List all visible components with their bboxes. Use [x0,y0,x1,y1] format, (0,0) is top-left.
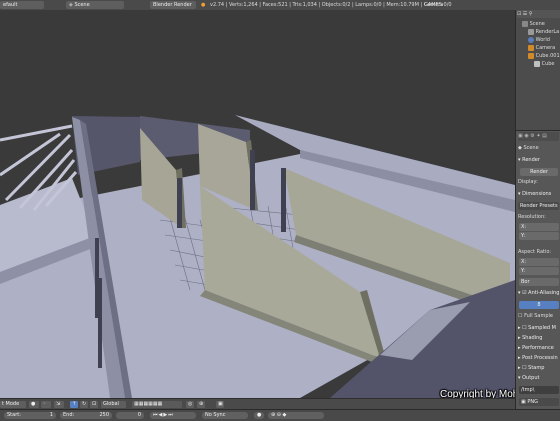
properties-panel: ▣ ◉ ⚙ ✦ ▤ ◆ Scene ▾ Render Render Displa… [515,130,560,409]
3d-viewport[interactable]: Copyright by Mohdup1 [0,10,515,398]
start-value: 1 [49,412,53,418]
start-frame-field[interactable]: Start: 1 [4,412,56,419]
end-label: End: [63,412,75,418]
performance-panel-header[interactable]: ▸ Performance [518,344,559,353]
output-panel-header[interactable]: ▾ Output [518,374,559,383]
render-engine-selector[interactable]: Blender Render [150,1,196,9]
outliner-item-world[interactable]: World [528,36,550,44]
keyframe-buttons[interactable]: ⊕ ⊖ ◆ [268,412,324,419]
render-presets-selector[interactable]: Render Presets [518,202,559,210]
render-panel-label: Render [522,157,540,163]
game-stats: GAMES 0/0 [424,2,452,8]
manipulator-toggle[interactable]: ⇲ [54,401,64,408]
post-processing-label: Post Processin [522,355,558,361]
scene-name: Scene [74,2,90,8]
outliner-item-cube001[interactable]: Cube.001 [528,52,560,60]
renderlayers-icon [528,28,534,35]
output-label: Output [522,375,540,381]
outliner-camera-label: Camera [535,45,556,51]
translate-icon[interactable]: ↑ [70,401,78,408]
scene-render [0,115,515,398]
outliner-scene-label: Scene [529,21,545,27]
sampled-motion-panel-header[interactable]: ▸ ☐ Sampled M [518,324,559,333]
current-frame-field[interactable]: 0 [116,412,144,419]
outliner-item-scene[interactable]: Scene [522,20,545,28]
context-path: ◆ Scene [518,144,559,153]
camera-icon [528,44,534,51]
resolution-label: Resolution: [518,214,546,220]
outliner-item-camera[interactable]: Camera [528,44,555,52]
aspect-x-field[interactable]: X: [519,258,559,266]
aspect-y-field[interactable]: Y: [519,267,559,275]
render-panel-header[interactable]: ▾ Render [518,156,559,165]
viewport-shading-button[interactable]: ● [29,401,39,408]
stamp-label: Stamp [528,365,545,371]
orientation-selector[interactable]: Global [101,401,126,408]
playback-controls[interactable]: ⏮◀▶⏭ [150,412,196,419]
outliner-header: ⊡ ☰ ⚲ [517,10,560,18]
shading-panel-header[interactable]: ▸ Shading [518,334,559,343]
scene-stats: v2.74 | Verts:1,264 | Faces:521 | Tris:1… [210,2,444,8]
mesh-icon [534,60,540,67]
full-sample-label: Full Sample [524,313,553,319]
file-format-selector[interactable]: ▣ PNG [519,398,559,406]
shading-label: Shading [522,335,543,341]
end-value: 250 [99,412,109,418]
render-preview-icon[interactable]: ▣ [216,401,224,408]
anti-aliasing-panel-header[interactable]: ▾ ☑ Anti-Aliasing [518,289,559,298]
post-processing-panel-header[interactable]: ▸ Post Processin [518,354,559,363]
sampled-motion-label: Sampled M [528,325,556,331]
outliner-world-label: World [535,37,550,43]
performance-label: Performance [522,345,554,351]
file-format-label: PNG [527,399,538,405]
outliner-item-cube[interactable]: Cube [534,60,555,68]
world-icon [528,36,534,43]
stamp-panel-header[interactable]: ▸ ☐ Stamp [518,364,559,373]
timeline-header: Start: 1 End: 250 0 ⏮◀▶⏭ No Sync ● ⊕ ⊖ ◆ [0,409,560,421]
output-path-field[interactable]: /tmp\ [519,386,559,394]
outliner-cube-label: Cube [541,61,555,67]
scene-icon [522,20,528,27]
border-toggle[interactable]: Bor [519,278,559,286]
aspect-ratio-label: Aspect Ratio: [518,249,552,255]
screen-layout-selector[interactable]: efault [0,1,44,9]
scene-selector[interactable]: ◆ Scene [66,1,124,9]
properties-tabs[interactable]: ▣ ◉ ⚙ ✦ ▤ [518,132,559,141]
context-label: Scene [523,145,539,151]
pivot-point-button[interactable]: ◦ [41,401,51,408]
dimensions-panel-header[interactable]: ▾ Dimensions [518,190,559,199]
aa-samples-selector[interactable]: 8 [519,301,559,309]
dimensions-panel-label: Dimensions [522,191,552,197]
blender-logo-icon: ● [201,2,206,8]
outliner-item-renderlayers[interactable]: RenderLa [528,28,559,36]
anti-aliasing-label: Anti-Aliasing [528,290,560,296]
start-label: Start: [7,412,21,418]
scale-icon[interactable]: ⊡ [90,401,98,408]
display-label: Display: [518,179,538,185]
sync-selector[interactable]: No Sync [202,412,248,419]
outliner-renderlayers-label: RenderLa [535,29,560,35]
full-sample-checkbox[interactable]: ☐ Full Sample [518,312,559,321]
end-frame-field[interactable]: End: 250 [60,412,112,419]
copyright-watermark: Copyright by Mohdup1 [440,389,515,398]
resolution-y-field[interactable]: Y: [519,232,559,240]
layers-widget[interactable]: ▦▦▦▦▦▦ [132,401,182,408]
mesh-icon [528,52,534,59]
resolution-x-field[interactable]: X: [519,223,559,231]
snap-icon[interactable]: ⊕ [197,401,205,408]
rotate-icon[interactable]: ↻ [80,401,88,408]
render-button[interactable]: Render [520,168,558,176]
outliner-panel: ⊡ ☰ ⚲ Scene RenderLa World Camera Cube.0… [515,10,560,130]
outliner-cube001-label: Cube.001 [535,53,560,59]
mode-selector[interactable]: t Mode [0,401,26,408]
keying-icon[interactable]: ● [254,412,264,419]
proportional-edit-icon[interactable]: ◎ [186,401,194,408]
